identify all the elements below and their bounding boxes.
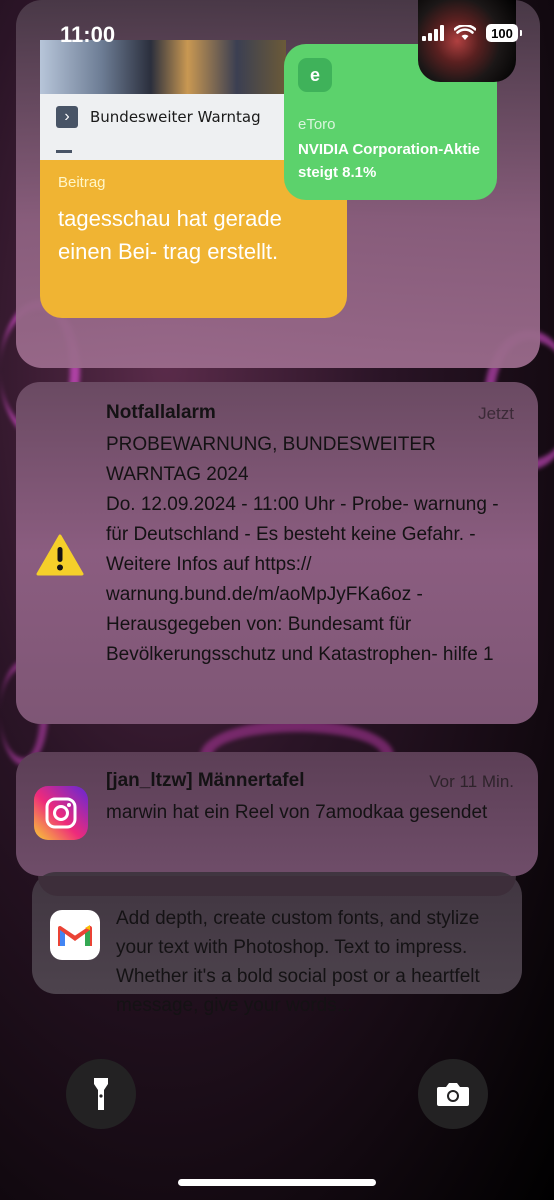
etoro-text: NVIDIA Corporation-Aktie steigt 8.1%: [298, 141, 480, 181]
etoro-icon: e: [298, 58, 332, 92]
status-icons: 100: [422, 24, 522, 42]
news-divider: [56, 150, 72, 153]
instagram-icon: [34, 786, 88, 840]
news-photo: [40, 40, 286, 94]
notification-time: Jetzt: [478, 404, 514, 423]
news-widget[interactable]: › Bundesweiter Warntag: [40, 40, 286, 160]
notification-body: marwin hat ein Reel von 7amodkaa gesende…: [106, 802, 488, 823]
wifi-icon: [454, 25, 476, 40]
notification-title: Notfallalarm: [106, 402, 216, 423]
gmail-icon: [50, 910, 100, 960]
notification-emergency-alert[interactable]: Notfallalarm Jetzt PROBEWARNUNG, BUNDESW…: [16, 382, 538, 724]
notification-title: [jan_ltzw] Männertafel: [106, 770, 305, 791]
notification-headline: PROBEWARNUNG, BUNDESWEITER WARNTAG 2024: [106, 434, 436, 485]
notification-time: Vor 11 Min.: [429, 772, 514, 791]
notification-body: Do. 12.09.2024 - 11:00 Uhr - Probe- warn…: [106, 494, 499, 665]
cellular-signal-icon: [422, 25, 444, 41]
etoro-app-name: eToro: [298, 116, 336, 133]
news-row: › Bundesweiter Warntag: [56, 106, 261, 128]
camera-button[interactable]: [418, 1059, 488, 1129]
tagesschau-tag: Beitrag: [58, 174, 106, 191]
stack-shadow: [38, 876, 516, 896]
flashlight-icon: [94, 1078, 108, 1110]
chevron-right-icon: ›: [56, 106, 78, 128]
camera-icon: [437, 1083, 469, 1106]
notification-body: Add depth, create custom fonts, and styl…: [116, 908, 480, 1016]
tagesschau-text: tagesschau hat gerade einen Bei- trag er…: [58, 206, 282, 264]
flashlight-button[interactable]: [66, 1059, 136, 1129]
warning-icon: [36, 534, 84, 576]
home-indicator[interactable]: [178, 1179, 376, 1186]
news-label: Bundesweiter Warntag: [90, 108, 261, 126]
status-time: 11:00: [60, 22, 116, 47]
battery-icon: 100: [486, 24, 522, 42]
notification-instagram[interactable]: [jan_ltzw] Männertafel Vor 11 Min. marwi…: [16, 752, 538, 876]
